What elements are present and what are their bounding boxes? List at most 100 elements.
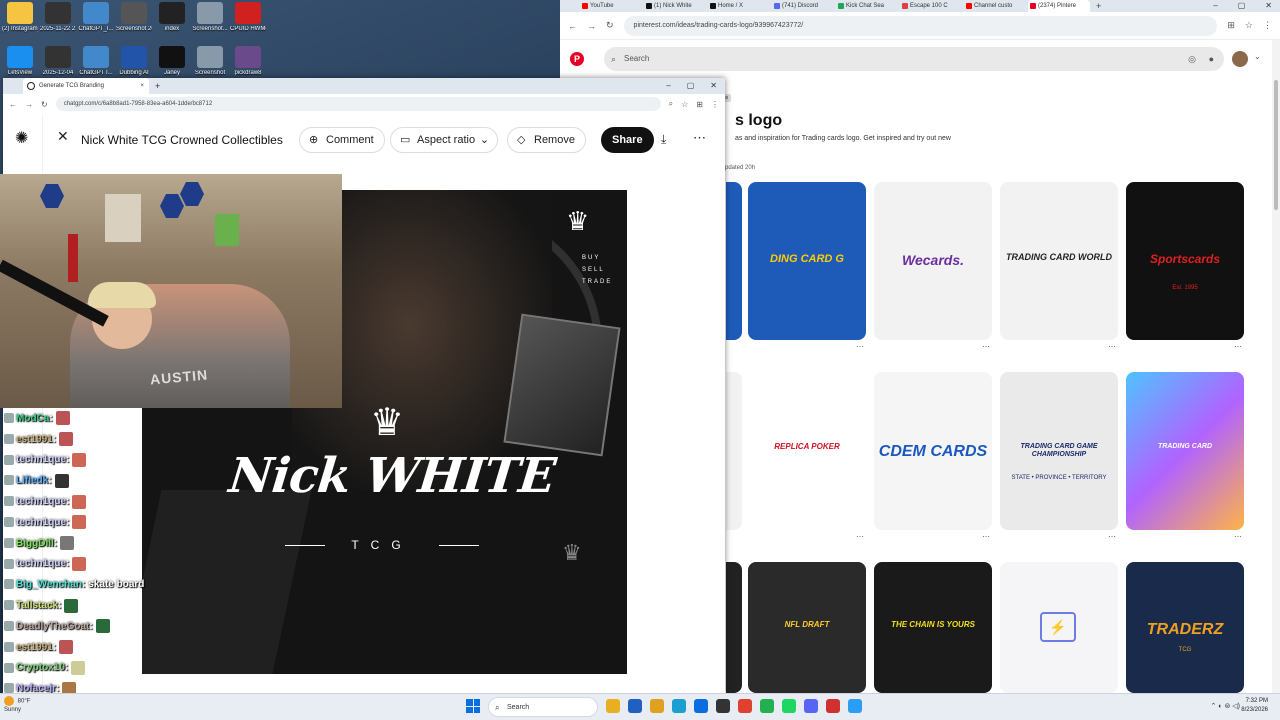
chat-username[interactable]: Big_Wenchan: [16, 579, 82, 590]
comment-button[interactable]: ⊕ Comment: [299, 127, 385, 153]
pin-more-icon[interactable]: ⋯: [982, 532, 990, 541]
taskbar-app-icon[interactable]: [738, 699, 752, 713]
pin-card[interactable]: TRADING CARD WORLD: [1000, 182, 1118, 340]
pin-card[interactable]: Wecards.: [874, 182, 992, 340]
menu-dots-icon[interactable]: ⋮: [711, 100, 719, 109]
minimize-icon[interactable]: –: [666, 78, 670, 94]
pin-card[interactable]: THE CHAIN IS YOURS: [874, 562, 992, 693]
taskbar-app-icon[interactable]: [760, 699, 774, 713]
microphone-icon[interactable]: ●: [1209, 47, 1214, 71]
chat-username[interactable]: techn1que: [16, 558, 66, 569]
chat-username[interactable]: techn1que: [16, 496, 66, 507]
pin-card-partial[interactable]: [726, 372, 742, 530]
browser-tab[interactable]: YouTube: [580, 0, 642, 12]
desktop-icon[interactable]: CPUID HWMonitor: [230, 2, 266, 33]
taskbar-app-icon[interactable]: [716, 699, 730, 713]
share-button[interactable]: Share: [601, 127, 654, 153]
pin-more-icon[interactable]: ⋯: [856, 342, 864, 351]
chat-username[interactable]: est1991: [16, 434, 53, 445]
taskbar-search[interactable]: ⌕ Search: [488, 697, 598, 717]
chat-username[interactable]: DeadlyTheGoat: [16, 621, 89, 632]
chat-username[interactable]: BiggDill: [16, 538, 54, 549]
chatgpt-logo-icon[interactable]: ✺: [15, 128, 28, 148]
desktop-icon[interactable]: 2025-11-22 21-19-46: [40, 2, 76, 33]
close-icon[interactable]: ✕: [710, 78, 717, 94]
maximize-icon[interactable]: ▢: [687, 78, 695, 94]
url-field[interactable]: chatgpt.com/c/6a8b8ad1-7958-83ea-a604-1d…: [55, 97, 661, 111]
back-icon[interactable]: ←: [568, 21, 577, 31]
scrollbar[interactable]: [1272, 40, 1280, 693]
pin-card[interactable]: Sportscards Est. 1995: [1126, 182, 1244, 340]
desktop-icon[interactable]: pickdraw8: [230, 46, 266, 77]
pin-more-icon[interactable]: ⋯: [1234, 532, 1242, 541]
taskbar-app-icon[interactable]: [826, 699, 840, 713]
taskbar-app-icon[interactable]: [606, 699, 620, 713]
menu-dots-icon[interactable]: ⋮: [1263, 20, 1272, 31]
new-tab-icon[interactable]: +: [1096, 1, 1101, 11]
browser-tab[interactable]: Channel custo: [964, 0, 1026, 12]
desktop-icon[interactable]: Screenshot...: [192, 2, 228, 33]
pin-card-partial[interactable]: [726, 182, 742, 340]
browser-tab[interactable]: (1) Nick White: [644, 0, 706, 12]
start-icon[interactable]: [466, 699, 480, 713]
reload-icon[interactable]: ↻: [606, 20, 614, 31]
chat-username[interactable]: ModCa: [16, 413, 49, 424]
tray-chevron-icon[interactable]: ⌃ ◐ ⊜ ◁): [1210, 702, 1240, 710]
bookmark-star-icon[interactable]: ☆: [681, 100, 688, 109]
new-tab-icon[interactable]: +: [155, 81, 160, 91]
taskbar-app-icon[interactable]: [694, 699, 708, 713]
pin-card[interactable]: REPLICA POKER: [748, 372, 866, 530]
download-icon[interactable]: ⤓: [661, 132, 666, 147]
browser-tab[interactable]: (741) Discord: [772, 0, 834, 12]
desktop-icon[interactable]: Dubbing AI: [116, 46, 152, 77]
pin-card-partial[interactable]: [726, 562, 742, 693]
desktop-icon[interactable]: LetsView: [2, 46, 38, 77]
chat-username[interactable]: techn1que: [16, 517, 66, 528]
pin-more-icon[interactable]: ⋯: [982, 342, 990, 351]
desktop-icon[interactable]: 2025-12-04: [40, 46, 76, 77]
browser-tab[interactable]: (2374) Pintere: [1028, 0, 1090, 12]
browser-tab[interactable]: Kick Chat Sea: [836, 0, 898, 12]
taskbar-app-icon[interactable]: [628, 699, 642, 713]
reload-icon[interactable]: ↻: [41, 100, 48, 109]
clock[interactable]: 7:32 PM 8/23/2026: [1241, 697, 1268, 715]
weather-widget[interactable]: 80°F Sunny: [4, 696, 30, 714]
chat-username[interactable]: Tallstack: [16, 600, 58, 611]
pin-more-icon[interactable]: ⋯: [1108, 532, 1116, 541]
extensions-icon[interactable]: ⊞: [696, 100, 703, 109]
pin-card[interactable]: TRADERZ TCG: [1126, 562, 1244, 693]
taskbar-app-icon[interactable]: [672, 699, 686, 713]
browser-tab[interactable]: Home / X: [708, 0, 770, 12]
pinterest-logo-icon[interactable]: P: [570, 52, 584, 66]
maximize-icon[interactable]: ▢: [1238, 0, 1246, 12]
desktop-icon[interactable]: ChatGPT I...: [78, 46, 114, 77]
pin-card[interactable]: TRADING CARD GAME CHAMPIONSHIP STATE • PR…: [1000, 372, 1118, 530]
close-icon[interactable]: ✕: [1265, 0, 1272, 12]
remove-button[interactable]: ◇ Remove: [507, 127, 586, 153]
search-input[interactable]: ⌕ Search ◎ ●: [604, 47, 1224, 71]
desktop-icon[interactable]: Screenshot 2026-08-...: [116, 2, 152, 33]
chevron-down-icon[interactable]: ⌄: [1254, 52, 1261, 61]
zoom-icon[interactable]: ⌕: [669, 99, 673, 109]
close-tab-icon[interactable]: ×: [140, 78, 144, 94]
close-icon[interactable]: ✕: [57, 128, 69, 145]
avatar[interactable]: [1232, 51, 1248, 67]
browser-tab[interactable]: Escape 100 C: [900, 0, 962, 12]
desktop-icon[interactable]: (2) Instagram_...: [2, 2, 38, 33]
pin-card[interactable]: ⚡: [1000, 562, 1118, 693]
camera-icon[interactable]: ◎: [1188, 47, 1196, 71]
taskbar-app-icon[interactable]: [650, 699, 664, 713]
chat-username[interactable]: est1991: [16, 642, 53, 653]
back-icon[interactable]: ←: [9, 100, 17, 109]
chat-username[interactable]: Cryptox10: [16, 662, 65, 673]
desktop-icon[interactable]: Janey: [154, 46, 190, 77]
forward-icon[interactable]: →: [587, 21, 596, 31]
pin-card[interactable]: TRADING CARD: [1126, 372, 1244, 530]
desktop-icon[interactable]: index: [154, 2, 190, 33]
taskbar-app-icon[interactable]: [782, 699, 796, 713]
pin-more-icon[interactable]: ⋯: [1108, 342, 1116, 351]
forward-icon[interactable]: →: [25, 100, 33, 109]
chat-username[interactable]: Lifiedk: [16, 475, 48, 486]
pin-more-icon[interactable]: ⋯: [1234, 342, 1242, 351]
pin-card[interactable]: DING CARD G: [748, 182, 866, 340]
